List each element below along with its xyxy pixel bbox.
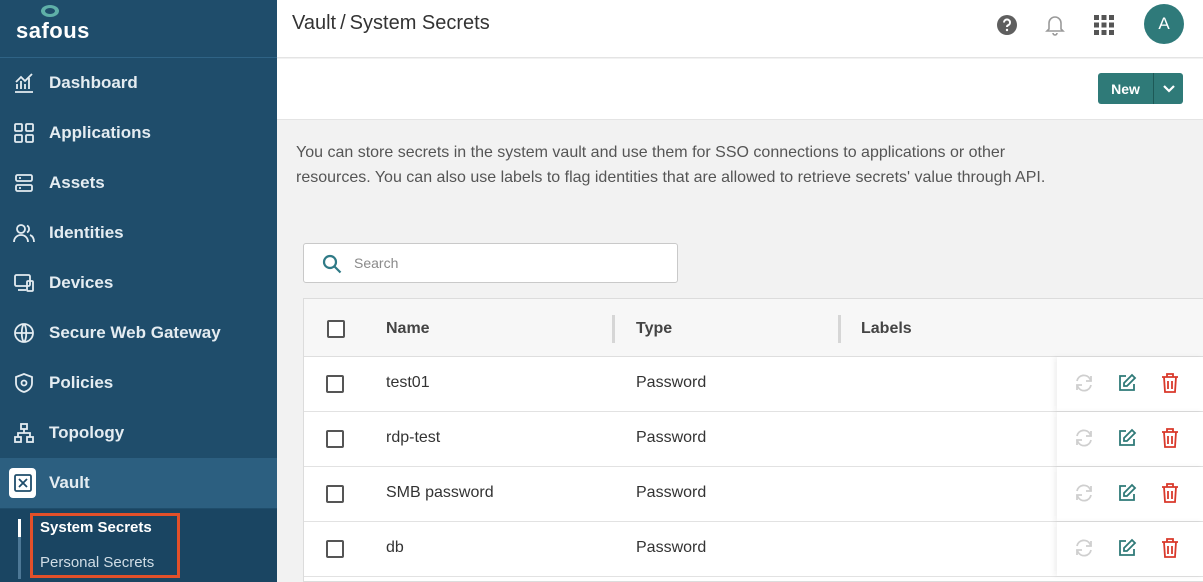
column-resizer[interactable]: [838, 315, 841, 343]
delete-icon[interactable]: [1159, 537, 1181, 559]
secret-name: db: [386, 539, 404, 556]
sidebar-item-policies[interactable]: Policies: [0, 358, 277, 408]
sidebar-item-applications[interactable]: Applications: [0, 108, 277, 158]
rotate-icon[interactable]: [1073, 537, 1095, 559]
new-split-button: New: [1098, 73, 1183, 104]
column-header-labels[interactable]: Labels: [861, 320, 912, 338]
topology-icon: [12, 421, 36, 445]
column-resizer[interactable]: [612, 315, 615, 343]
user-avatar[interactable]: A: [1144, 4, 1184, 44]
row-checkbox[interactable]: [326, 375, 344, 393]
edit-icon[interactable]: [1116, 537, 1138, 559]
table-row[interactable]: SMB password Password: [304, 467, 1203, 522]
search-icon: [322, 254, 342, 274]
secrets-table: Name Type Labels test01 Password rdp-tes…: [303, 298, 1203, 582]
sidebar: safous Dashboard Applications Assets Ide…: [0, 0, 277, 582]
rotate-icon[interactable]: [1073, 372, 1095, 394]
rotate-icon[interactable]: [1073, 427, 1095, 449]
table-row[interactable]: db Password: [304, 522, 1203, 577]
toolbar: New: [277, 59, 1203, 120]
breadcrumb-separator: /: [340, 12, 346, 34]
page-description: You can store secrets in the system vaul…: [296, 144, 1046, 186]
row-actions: [1057, 357, 1203, 411]
search-input[interactable]: [354, 252, 654, 274]
row-checkbox[interactable]: [326, 430, 344, 448]
assets-server-icon: [12, 171, 36, 195]
dashboard-icon: [12, 71, 36, 95]
row-checkbox[interactable]: [326, 540, 344, 558]
secret-type: Password: [636, 539, 707, 556]
devices-icon: [12, 271, 36, 295]
secret-type: Password: [636, 374, 707, 391]
edit-icon[interactable]: [1116, 427, 1138, 449]
logo: safous: [0, 0, 277, 58]
sidebar-item-topology[interactable]: Topology: [0, 408, 277, 458]
column-header-type[interactable]: Type: [636, 320, 672, 338]
logo-mark-icon: [41, 5, 59, 17]
column-header-name[interactable]: Name: [386, 320, 430, 338]
rotate-icon[interactable]: [1073, 482, 1095, 504]
delete-icon[interactable]: [1159, 372, 1181, 394]
sidebar-item-label: Secure Web Gateway: [49, 323, 221, 342]
row-actions: [1057, 522, 1203, 576]
new-dropdown-button[interactable]: [1153, 73, 1183, 104]
identities-users-icon: [12, 221, 36, 245]
sidebar-item-identities[interactable]: Identities: [0, 208, 277, 258]
edit-icon[interactable]: [1116, 482, 1138, 504]
breadcrumb-parent[interactable]: Vault: [292, 12, 336, 34]
table-row[interactable]: rdp-test Password: [304, 412, 1203, 467]
sidebar-item-label: Policies: [49, 373, 114, 392]
secret-name: rdp-test: [386, 429, 441, 446]
brand-name: safous: [16, 18, 90, 43]
sidebar-item-secure-web-gateway[interactable]: Secure Web Gateway: [0, 308, 277, 358]
secret-name: test01: [386, 374, 430, 391]
row-actions: [1057, 412, 1203, 466]
select-all-checkbox[interactable]: [327, 320, 345, 338]
applications-grid-icon: [12, 121, 36, 145]
vault-subnav: System Secrets Personal Secrets: [0, 509, 277, 582]
search-box: [303, 243, 678, 283]
subnav-active-indicator: [18, 519, 21, 537]
sidebar-item-label: Devices: [49, 273, 114, 292]
vault-icon: [9, 468, 36, 498]
apps-grid-icon[interactable]: [1092, 13, 1116, 37]
delete-icon[interactable]: [1159, 427, 1181, 449]
breadcrumb: Vault / System Secrets: [292, 12, 490, 35]
edit-icon[interactable]: [1116, 372, 1138, 394]
sidebar-item-label: Dashboard: [49, 73, 138, 92]
breadcrumb-current: System Secrets: [349, 12, 490, 34]
table-row[interactable]: test01 Password: [304, 357, 1203, 412]
sidebar-item-vault[interactable]: Vault: [0, 458, 277, 508]
sidebar-item-label: Applications: [49, 123, 152, 142]
chevron-down-icon: [1162, 84, 1175, 93]
secret-type: Password: [636, 484, 707, 501]
secret-type: Password: [636, 429, 707, 446]
shield-icon: [12, 371, 36, 395]
globe-icon: [12, 321, 36, 345]
sidebar-item-label: Identities: [49, 223, 124, 242]
sidebar-item-label: Assets: [49, 173, 105, 192]
table-header: Name Type Labels: [304, 299, 1203, 357]
sidebar-item-assets[interactable]: Assets: [0, 158, 277, 208]
sidebar-item-label: Vault: [49, 473, 90, 492]
subnav-item-personal-secrets[interactable]: Personal Secrets: [40, 554, 154, 571]
bell-icon[interactable]: [1043, 13, 1067, 37]
sidebar-item-dashboard[interactable]: Dashboard: [0, 58, 277, 108]
sidebar-item-devices[interactable]: Devices: [0, 258, 277, 308]
row-actions: [1057, 467, 1203, 521]
secret-name: SMB password: [386, 484, 494, 501]
new-button[interactable]: New: [1098, 73, 1153, 104]
subnav-item-system-secrets[interactable]: System Secrets: [40, 519, 152, 536]
row-checkbox[interactable]: [326, 485, 344, 503]
top-header: Vault / System Secrets A: [277, 0, 1203, 58]
delete-icon[interactable]: [1159, 482, 1181, 504]
help-icon[interactable]: [995, 13, 1019, 37]
sidebar-item-label: Topology: [49, 423, 125, 442]
